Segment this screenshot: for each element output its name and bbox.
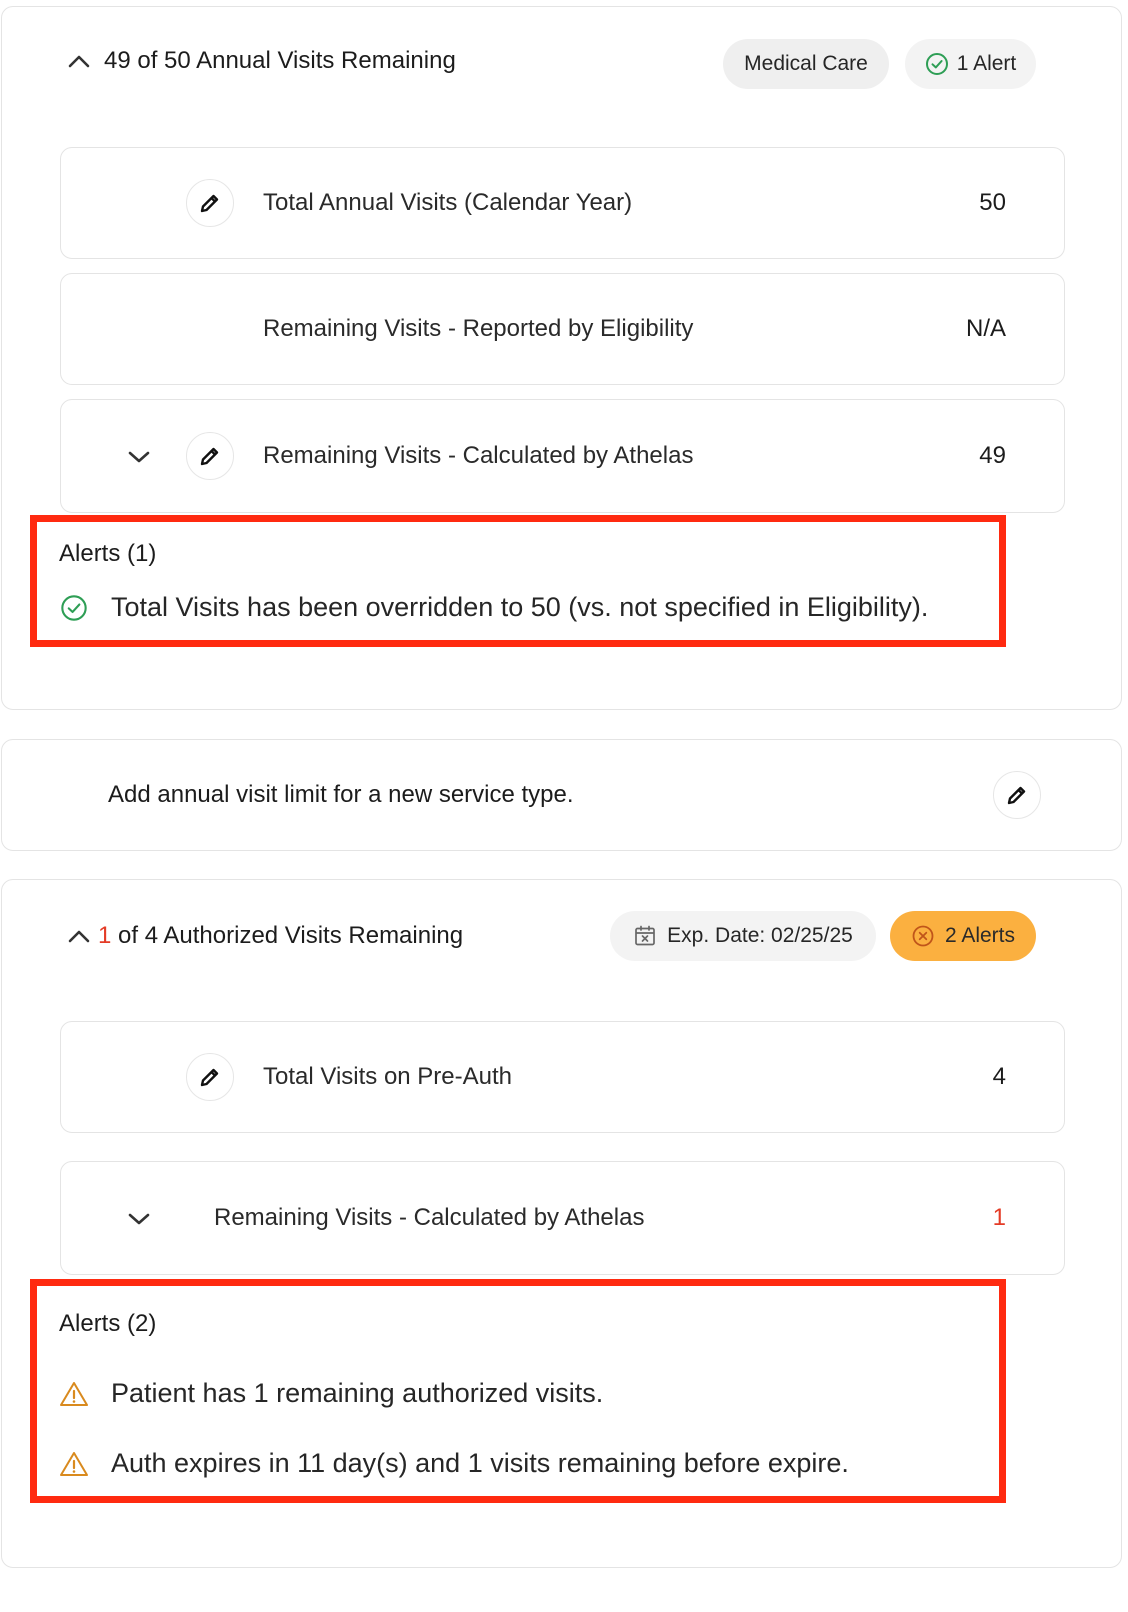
alert-text: Auth expires in 11 day(s) and 1 visits r… [111,1448,849,1478]
eligibility-remaining-visits-row: Remaining Visits - Reported by Eligibili… [60,273,1065,385]
athelas-remaining-visits-row[interactable]: Remaining Visits - Calculated by Athelas… [60,399,1065,513]
annual-alerts-panel: Alerts (1) Total Visits has been overrid… [30,515,1006,647]
edit-total-annual-visits-button[interactable] [186,179,234,227]
authorized-visits-header[interactable]: 1 of 4 Authorized Visits Remaining [68,922,463,950]
alerts-title: Alerts (1) [59,540,157,567]
row-label: Remaining Visits - Calculated by Athelas [214,1204,645,1231]
pencil-icon [1007,786,1026,805]
row-value: 1 [992,1204,1006,1231]
service-type-label: Medical Care [744,52,868,75]
row-label: Remaining Visits - Calculated by Athelas [263,442,694,469]
edit-remaining-visits-button[interactable] [186,432,234,480]
x-circle-icon [911,924,935,948]
service-type-badge: Medical Care [723,39,889,89]
pencil-icon [200,1068,219,1087]
expiration-date-label: Exp. Date: 02/25/25 [667,924,853,947]
row-value: 49 [979,442,1006,469]
annual-alerts-badge-label: 1 Alert [956,52,1017,75]
check-circle-icon [925,52,949,76]
warning-triangle-icon [59,1449,89,1479]
chevron-up-icon[interactable] [68,50,90,72]
row-value: 4 [992,1063,1006,1090]
edit-preauth-visits-button[interactable] [186,1053,234,1101]
annual-visits-header[interactable]: 49 of 50 Annual Visits Remaining [68,47,456,75]
alert-item: Patient has 1 remaining authorized visit… [59,1378,603,1409]
alert-text: Patient has 1 remaining authorized visit… [111,1378,604,1408]
authorized-visits-title: of 4 Authorized Visits Remaining [111,922,464,949]
alert-item: Total Visits has been overridden to 50 (… [59,592,928,623]
alerts-title: Alerts (2) [59,1310,157,1337]
check-circle-icon [59,593,89,623]
row-value: 50 [979,189,1006,216]
annual-visits-title: 49 of 50 Annual Visits Remaining [104,47,456,74]
total-annual-visits-row: Total Annual Visits (Calendar Year) 50 [60,147,1065,259]
row-value: N/A [965,315,1006,342]
alert-item: Auth expires in 11 day(s) and 1 visits r… [59,1448,849,1479]
row-label: Total Visits on Pre-Auth [263,1063,513,1090]
chevron-down-icon[interactable] [127,1207,151,1231]
pencil-icon [200,447,219,466]
authorized-alerts-badge[interactable]: 2 Alerts [890,911,1036,961]
authorized-remaining-visits-row[interactable]: Remaining Visits - Calculated by Athelas… [60,1161,1065,1275]
alert-text: Total Visits has been overridden to 50 (… [111,592,929,622]
add-visit-limit-text: Add annual visit limit for a new service… [108,781,574,808]
authorized-alerts-panel: Alerts (2) Patient has 1 remaining autho… [30,1279,1006,1503]
total-preauth-visits-row: Total Visits on Pre-Auth 4 [60,1021,1065,1133]
row-label: Total Annual Visits (Calendar Year) [263,189,633,216]
calendar-x-icon [633,924,657,948]
warning-triangle-icon [59,1379,89,1409]
pencil-icon [200,194,219,213]
annual-alerts-badge[interactable]: 1 Alert [905,39,1036,89]
chevron-up-icon[interactable] [68,925,90,947]
authorized-remaining-count: 1 [98,922,112,949]
add-visit-limit-card: Add annual visit limit for a new service… [1,739,1122,851]
chevron-down-icon[interactable] [127,445,151,469]
expiration-date-badge: Exp. Date: 02/25/25 [610,911,876,961]
authorized-alerts-badge-label: 2 Alerts [944,924,1016,947]
add-visit-limit-button[interactable] [993,771,1041,819]
row-label: Remaining Visits - Reported by Eligibili… [263,315,694,342]
